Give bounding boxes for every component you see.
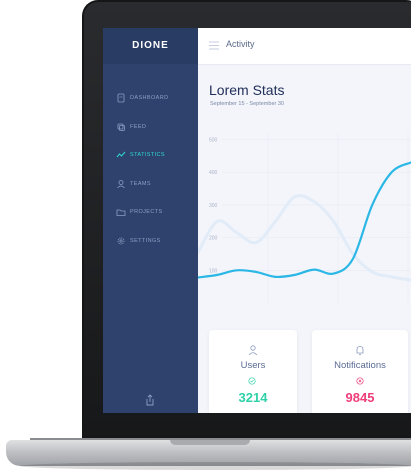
settings-icon [117, 237, 125, 245]
users-label: Users [240, 360, 266, 371]
statistics-icon [116, 151, 126, 158]
top-bar: Activity [198, 28, 411, 65]
y-tick-label: 200 [209, 236, 218, 242]
sidebar-item-teams[interactable]: TEAMS [115, 170, 168, 199]
notifications-label: Notifications [334, 360, 386, 371]
sidebar-item-label: TEAMS [130, 180, 151, 187]
y-tick-label: 500 [209, 138, 218, 144]
brand-logo: DIONE [103, 28, 198, 64]
dashboard-icon [117, 93, 125, 103]
users-card[interactable]: Users 3214 [209, 330, 297, 413]
sidebar-item-label: SETTINGS [130, 237, 161, 244]
feed-icon [117, 123, 125, 131]
x-circle-icon [356, 377, 364, 385]
projects-icon [116, 209, 126, 217]
teams-icon [117, 179, 125, 189]
sidebar-item-dashboard[interactable]: DASHBOARD [115, 84, 168, 113]
check-circle-icon [248, 377, 256, 385]
sidebar-item-label: DASHBOARD [130, 95, 169, 102]
notifications-card[interactable]: Notifications 9845 [312, 330, 408, 413]
sidebar: DIONE DASHBOARD FEED STATISTICS TEAMS PR… [103, 28, 198, 413]
bell-icon [356, 346, 364, 355]
user-icon [248, 345, 258, 356]
page-title: Activity [226, 39, 255, 49]
sidebar-item-statistics[interactable]: STATISTICS [115, 141, 168, 170]
line-chart: 100 200 300 400 500 [198, 133, 411, 303]
sidebar-nav: DASHBOARD FEED STATISTICS TEAMS PROJECTS… [115, 84, 168, 255]
menu-icon[interactable] [209, 41, 219, 50]
users-count: 3214 [238, 390, 268, 405]
laptop-notch [170, 440, 250, 445]
notifications-count: 9845 [345, 390, 375, 405]
sidebar-item-label: PROJECTS [130, 209, 163, 216]
share-icon[interactable] [143, 393, 157, 407]
sidebar-item-label: FEED [130, 123, 147, 130]
sidebar-item-label: STATISTICS [130, 152, 165, 159]
stats-title: Lorem Stats [209, 82, 285, 98]
app-screen: DIONE DASHBOARD FEED STATISTICS TEAMS PR… [103, 28, 411, 413]
main-content: Lorem Stats September 15 - September 30 … [198, 65, 411, 413]
y-tick-label: 100 [209, 268, 218, 274]
stats-date-range: September 15 - September 30 [210, 101, 284, 107]
y-tick-label: 400 [209, 170, 218, 176]
sidebar-item-settings[interactable]: SETTINGS [115, 227, 168, 256]
sidebar-item-feed[interactable]: FEED [115, 113, 168, 142]
sidebar-item-projects[interactable]: PROJECTS [115, 198, 168, 227]
primary-series-line [198, 161, 411, 279]
laptop-shadow [20, 462, 411, 470]
y-tick-label: 300 [209, 203, 218, 209]
